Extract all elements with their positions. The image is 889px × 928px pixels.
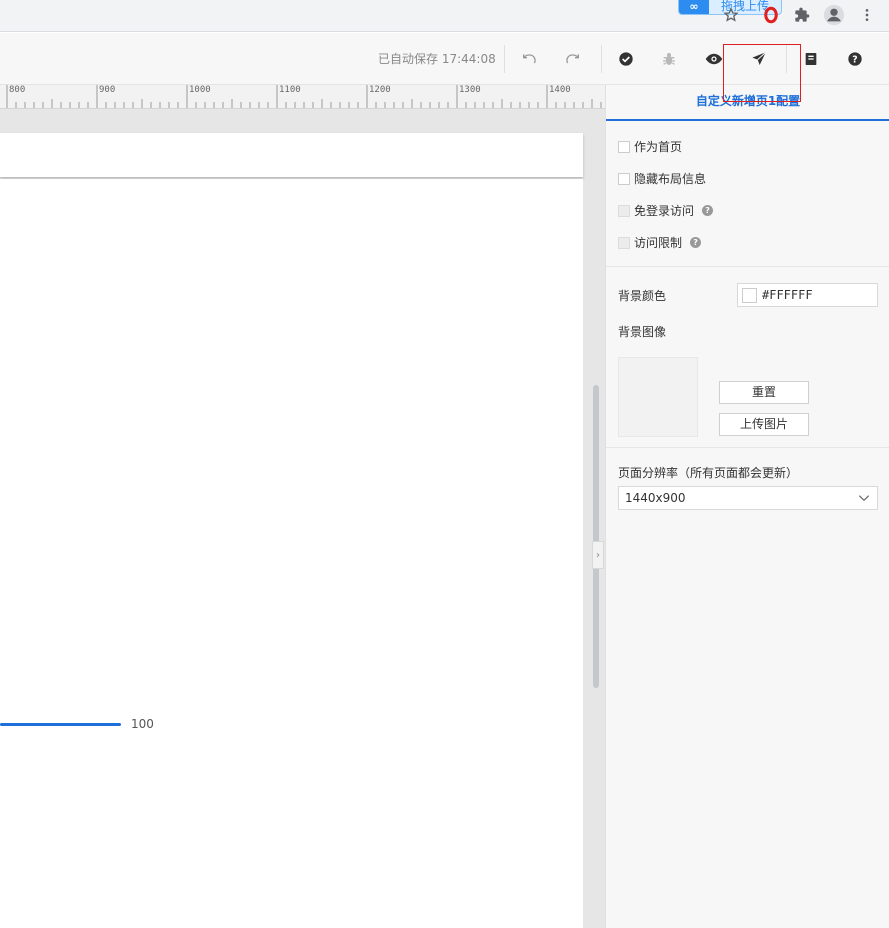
redo-button[interactable] (561, 47, 585, 71)
panel-collapse-handle[interactable]: › (592, 541, 604, 569)
bg-color-value: #FFFFFF (762, 288, 813, 302)
document-button[interactable] (799, 47, 823, 71)
resolution-select[interactable]: 1440x900 (618, 486, 878, 510)
checkbox[interactable] (618, 140, 630, 153)
page-body[interactable]: 100 (0, 179, 583, 928)
section-divider (606, 447, 889, 448)
design-canvas[interactable]: 800 900 1000 1100 1200 1300 1400 100 › (0, 85, 605, 928)
undo-button[interactable] (517, 47, 541, 71)
star-icon[interactable] (720, 4, 742, 26)
ruler-ticks (6, 85, 602, 108)
ruler-label: 900 (99, 85, 116, 95)
checkbox-set-homepage[interactable]: 作为首页 (618, 138, 682, 155)
bug-icon (663, 53, 675, 65)
bg-image-label: 背景图像 (618, 325, 667, 339)
svg-text:?: ? (852, 54, 857, 65)
check-circle-icon (619, 52, 633, 66)
page-header-component[interactable] (0, 133, 583, 177)
ruler-label: 1400 (549, 85, 571, 95)
autosave-status: 已自动保存 17:44:08 (378, 52, 496, 66)
help-icon[interactable]: ? (690, 237, 702, 248)
bg-image-preview (618, 357, 698, 437)
config-panel: 自定义新增页1配置 作为首页 隐藏布局信息 免登录访问 ? 访问限制 ? 背景颜… (605, 85, 889, 928)
bg-color-input[interactable]: #FFFFFF (737, 283, 878, 307)
checkbox-hide-layout[interactable]: 隐藏布局信息 (618, 170, 706, 187)
infinity-logo-icon: ∞ (679, 0, 709, 14)
resolution-value: 1440x900 (625, 491, 686, 505)
checkbox-label: 免登录访问 (634, 204, 695, 218)
checkbox-no-login-access[interactable]: 免登录访问 ? (618, 202, 714, 219)
toolbar-divider (504, 45, 505, 73)
help-icon: ? (848, 52, 862, 66)
help-button[interactable]: ? (843, 47, 867, 71)
kebab-menu-icon[interactable] (856, 4, 878, 26)
color-swatch[interactable] (742, 287, 757, 303)
ruler-label: 1000 (189, 85, 211, 95)
checkbox[interactable] (618, 172, 630, 185)
toolbar-divider (601, 45, 602, 73)
checkbox[interactable] (618, 204, 630, 217)
opera-icon[interactable] (760, 4, 782, 26)
reset-button[interactable]: 重置 (719, 381, 809, 404)
ruler-label: 1300 (459, 85, 481, 95)
help-icon[interactable]: ? (702, 205, 714, 216)
chevron-down-icon (858, 495, 870, 502)
upload-image-button[interactable]: 上传图片 (719, 413, 809, 436)
checkbox[interactable] (618, 236, 630, 249)
chevron-right-icon: › (596, 549, 600, 561)
checkbox-label: 作为首页 (634, 140, 683, 154)
checkbox-label: 隐藏布局信息 (634, 172, 707, 186)
eye-icon (705, 53, 723, 65)
checkbox-label: 访问限制 (634, 236, 683, 250)
bg-color-label: 背景颜色 (618, 289, 667, 303)
puzzle-icon[interactable] (791, 4, 813, 26)
highlight-annotation-box (723, 44, 801, 102)
slider-value: 100 (131, 717, 154, 731)
canvas-vertical-scrollbar[interactable] (593, 385, 599, 688)
horizontal-ruler: 800 900 1000 1100 1200 1300 1400 (0, 85, 605, 109)
redo-icon (566, 54, 579, 64)
section-divider (606, 266, 889, 267)
resolution-label: 页面分辨率（所有页面都会更新） (618, 466, 799, 480)
browser-toolbar: ∞ 拖拽上传 (0, 0, 889, 32)
ruler-label: 1200 (369, 85, 391, 95)
ruler-label: 1100 (279, 85, 301, 95)
debug-button[interactable] (657, 47, 681, 71)
document-icon (805, 53, 817, 65)
slider-track[interactable] (0, 723, 121, 726)
checkbox-access-limit[interactable]: 访问限制 ? (618, 234, 702, 251)
ruler-label: 800 (9, 85, 26, 95)
check-button[interactable] (614, 47, 638, 71)
undo-icon (523, 54, 536, 64)
profile-icon[interactable] (823, 4, 845, 26)
